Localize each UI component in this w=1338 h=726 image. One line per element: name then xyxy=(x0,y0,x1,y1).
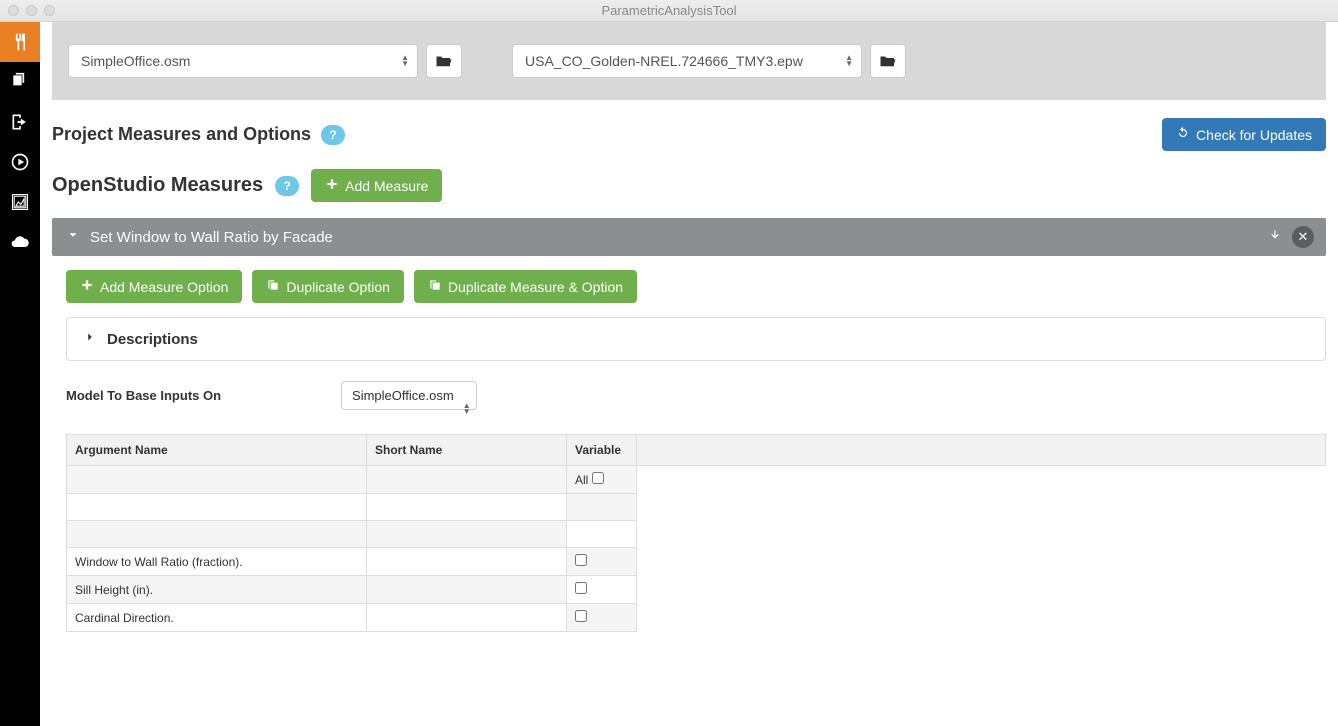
cell-arg: Window to Wall Ratio (fraction). xyxy=(67,548,367,576)
variable-checkbox[interactable] xyxy=(575,582,587,594)
measure-title: Set Window to Wall Ratio by Facade xyxy=(90,229,333,246)
model-base-label: Model To Base Inputs On xyxy=(66,388,221,403)
copy-icon xyxy=(428,278,442,295)
select-arrows-icon: ▲▼ xyxy=(845,55,853,67)
table-row xyxy=(67,521,1326,548)
duplicate-measure-option-button[interactable]: Duplicate Measure & Option xyxy=(414,270,637,303)
cell-var xyxy=(567,548,637,576)
section-heading-text: Project Measures and Options xyxy=(52,124,311,145)
select-arrows-icon: ▲▼ xyxy=(463,403,471,415)
file-toolbar: SimpleOffice.osm ▲▼ USA_CO_Golden-NREL.7… xyxy=(52,22,1326,100)
sidebar-item-run[interactable] xyxy=(0,142,40,182)
chart-icon xyxy=(10,192,30,212)
sidebar-item-reports[interactable] xyxy=(0,182,40,222)
variable-checkbox[interactable] xyxy=(575,554,587,566)
cell-var xyxy=(567,576,637,604)
sidebar-item-export[interactable] xyxy=(0,102,40,142)
folder-open-icon xyxy=(435,54,453,68)
folder-open-icon xyxy=(879,54,897,68)
col-argument-name: Argument Name xyxy=(67,435,367,466)
export-icon xyxy=(10,112,30,132)
col-variable: Variable xyxy=(567,435,637,466)
add-measure-option-button[interactable]: Add Measure Option xyxy=(66,270,242,303)
play-circle-icon xyxy=(10,152,30,172)
select-arrows-icon: ▲▼ xyxy=(401,55,409,67)
variable-all-checkbox[interactable] xyxy=(592,472,604,484)
copy-icon xyxy=(266,278,280,295)
cell-short xyxy=(367,576,567,604)
table-header-row-all: All xyxy=(67,466,1326,494)
chevron-down-icon xyxy=(66,228,80,246)
plus-icon xyxy=(325,177,339,194)
model-base-select[interactable]: SimpleOffice.osm ▲▼ xyxy=(341,381,477,410)
cell-arg: Cardinal Direction. xyxy=(67,604,367,632)
table-row: Cardinal Direction. xyxy=(67,604,1326,632)
cell-var xyxy=(567,494,637,521)
openstudio-heading: OpenStudio Measures xyxy=(52,174,263,197)
weather-file-value: USA_CO_Golden-NREL.724666_TMY3.epw xyxy=(525,53,803,69)
col-short-name: Short Name xyxy=(367,435,567,466)
cell-empty xyxy=(637,521,1326,548)
cell-var-all: All xyxy=(567,466,637,494)
open-model-button[interactable] xyxy=(426,44,462,78)
cell-short xyxy=(367,494,567,521)
cell-short xyxy=(367,604,567,632)
table-row: Sill Height (in). xyxy=(67,576,1326,604)
model-file-value: SimpleOffice.osm xyxy=(81,53,190,69)
weather-file-select[interactable]: USA_CO_Golden-NREL.724666_TMY3.epw ▲▼ xyxy=(512,44,862,78)
utensils-icon xyxy=(10,32,30,52)
move-down-icon[interactable] xyxy=(1268,228,1282,246)
sidebar-item-copies[interactable] xyxy=(0,62,40,102)
check-updates-label: Check for Updates xyxy=(1196,127,1312,143)
cell-empty xyxy=(637,548,1326,576)
duplicate-option-button[interactable]: Duplicate Option xyxy=(252,270,404,303)
duplicate-measure-option-label: Duplicate Measure & Option xyxy=(448,279,623,295)
duplicate-option-label: Duplicate Option xyxy=(286,279,390,295)
measure-header[interactable]: Set Window to Wall Ratio by Facade ✕ xyxy=(52,218,1326,256)
col-options xyxy=(637,435,1326,466)
model-file-select[interactable]: SimpleOffice.osm ▲▼ xyxy=(68,44,418,78)
descriptions-label: Descriptions xyxy=(107,331,198,348)
window-titlebar: ParametricAnalysisTool xyxy=(0,0,1338,22)
section-heading: Project Measures and Options ? xyxy=(52,124,345,145)
sidebar-item-cloud[interactable] xyxy=(0,222,40,262)
model-base-value: SimpleOffice.osm xyxy=(352,388,454,403)
cell-arg xyxy=(67,466,367,494)
descriptions-toggle[interactable]: Descriptions xyxy=(66,317,1326,361)
add-measure-label: Add Measure xyxy=(345,178,428,194)
cell-arg xyxy=(67,494,367,521)
cell-empty xyxy=(637,604,1326,632)
sidebar xyxy=(0,22,40,726)
table-row: Window to Wall Ratio (fraction). xyxy=(67,548,1326,576)
add-measure-button[interactable]: Add Measure xyxy=(311,169,442,202)
cell-empty xyxy=(637,466,1326,494)
remove-measure-button[interactable]: ✕ xyxy=(1292,226,1314,248)
open-weather-button[interactable] xyxy=(870,44,906,78)
sidebar-item-design[interactable] xyxy=(0,22,40,62)
cell-empty xyxy=(637,494,1326,521)
cloud-icon xyxy=(10,232,30,252)
variable-checkbox[interactable] xyxy=(575,610,587,622)
table-row xyxy=(67,494,1326,521)
plus-icon xyxy=(80,278,94,295)
cell-var xyxy=(567,521,637,548)
help-icon[interactable]: ? xyxy=(275,176,299,196)
refresh-icon xyxy=(1176,126,1190,143)
window-title: ParametricAnalysisTool xyxy=(0,3,1338,18)
cell-short xyxy=(367,548,567,576)
cell-arg: Sill Height (in). xyxy=(67,576,367,604)
add-measure-option-label: Add Measure Option xyxy=(100,279,228,295)
cell-var xyxy=(567,604,637,632)
cell-short xyxy=(367,466,567,494)
help-icon[interactable]: ? xyxy=(321,125,345,145)
check-updates-button[interactable]: Check for Updates xyxy=(1162,118,1326,151)
arguments-table: Argument Name Short Name Variable All Wi… xyxy=(66,434,1326,632)
all-label: All xyxy=(575,473,588,487)
cell-short xyxy=(367,521,567,548)
cell-empty xyxy=(637,576,1326,604)
cell-arg xyxy=(67,521,367,548)
documents-icon xyxy=(10,72,30,92)
chevron-right-icon xyxy=(83,330,97,348)
main-content: SimpleOffice.osm ▲▼ USA_CO_Golden-NREL.7… xyxy=(40,22,1338,726)
